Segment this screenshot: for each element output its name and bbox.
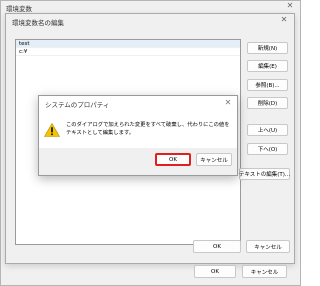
dialog-title: 環境変数名の編集 — [12, 19, 64, 27]
cancel-button[interactable]: キャンセル — [242, 265, 287, 278]
cancel-button[interactable]: キャンセル — [196, 153, 232, 166]
warning-icon — [44, 123, 60, 137]
ok-button[interactable]: OK — [193, 240, 241, 253]
browse-button[interactable]: 参照(B)... — [247, 79, 288, 91]
window-title: 環境変数 — [6, 5, 32, 13]
dialog-titlebar: システムのプロパティ ✕ — [39, 96, 237, 110]
confirmation-dialog: システムのプロパティ ✕ このダイアログで加えられた変更をすべて破棄し、代わりに… — [38, 95, 238, 176]
dialog-footer: OK キャンセル — [39, 148, 237, 175]
move-up-button[interactable]: 上へ(U) — [247, 124, 288, 136]
new-button[interactable]: 新規(N) — [247, 42, 288, 54]
close-icon[interactable]: ✕ — [223, 98, 233, 108]
dialog-title: システムのプロパティ — [45, 101, 110, 109]
delete-button[interactable]: 削除(D) — [247, 97, 288, 109]
move-down-button[interactable]: 下へ(O) — [247, 143, 288, 155]
close-icon[interactable]: ✕ — [284, 1, 296, 11]
dialog-message: このダイアログで加えられた変更をすべて破棄し、代わりにこの値をテキストとして編集… — [66, 122, 230, 136]
ok-button[interactable]: OK — [194, 265, 236, 278]
cancel-button[interactable]: キャンセル — [246, 240, 290, 253]
ok-button[interactable]: OK — [155, 153, 191, 166]
edit-text-button[interactable]: テキストの編集(T)... — [239, 168, 290, 180]
edit-button[interactable]: 編集(E) — [247, 60, 288, 72]
close-icon[interactable]: ✕ — [278, 15, 290, 25]
list-item[interactable]: test — [16, 40, 240, 48]
list-item[interactable]: c:¥ — [16, 48, 240, 56]
dialog-body: このダイアログで加えられた変更をすべて破棄し、代わりにこの値をテキストとして編集… — [39, 110, 237, 148]
